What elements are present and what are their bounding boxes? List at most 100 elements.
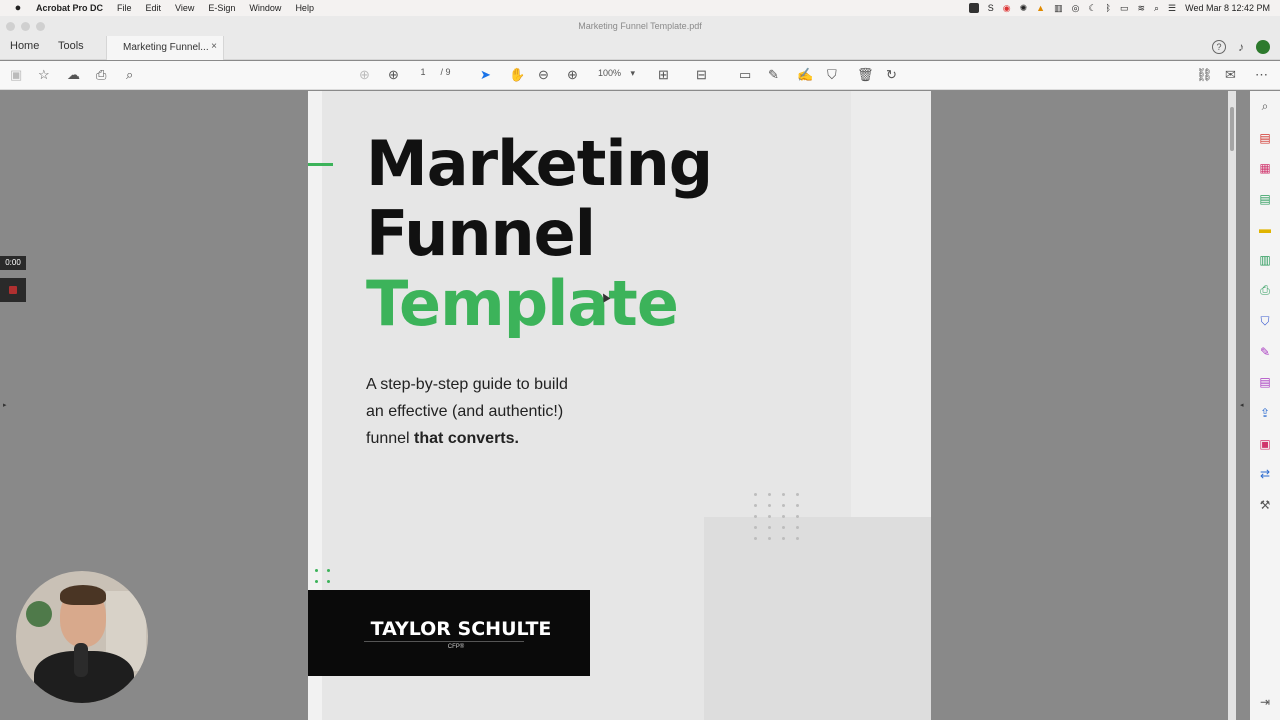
tab-document[interactable]: Marketing Funnel... × — [106, 36, 224, 60]
page-total: / 9 — [440, 67, 451, 77]
comment-icon[interactable]: ▭ — [739, 67, 751, 83]
close-window-button[interactable] — [6, 22, 15, 31]
control-center-icon[interactable]: ☰ — [1168, 3, 1176, 14]
tab-tools[interactable]: Tools — [58, 40, 84, 52]
doc-title-line1: Marketing — [366, 127, 713, 200]
scrolling-mode-icon[interactable]: ⊟ — [696, 67, 707, 83]
decorative-grey-dots — [754, 493, 810, 541]
status-area: S ◉ ✺ ▲ ▥ ◎ ☾ ᛒ ▭ ≋ ⌕ ☰ Wed Mar 8 12:42 … — [968, 0, 1270, 16]
account-avatar[interactable] — [1256, 40, 1270, 54]
webcam-background-plant — [26, 601, 52, 627]
menu-view[interactable]: View — [175, 3, 194, 13]
tabbar-right-controls: ? ♪ — [1212, 40, 1270, 54]
previous-page-icon[interactable]: ⊕ — [359, 67, 370, 83]
draw-sign-icon[interactable]: ✍ — [797, 67, 813, 83]
highlight-pen-icon[interactable]: ✎ — [768, 67, 779, 83]
fill-sign-icon[interactable]: ✎ — [1258, 345, 1272, 359]
spotlight-search-icon[interactable]: ⌕ — [1154, 3, 1159, 14]
window-title: Marketing Funnel Template.pdf — [578, 21, 702, 31]
zoom-out-icon[interactable]: ⊖ — [538, 67, 549, 83]
pdf-page[interactable]: Marketing Funnel Template A step-by-step… — [308, 91, 931, 720]
doc-subtitle-line2: an effective (and authentic!) — [366, 403, 564, 420]
link-edit-icon[interactable]: ⛓ — [1196, 67, 1213, 83]
comment-icon[interactable]: ▬ — [1258, 222, 1272, 236]
tools-rail: ⌕ ▤ ▦ ▤ ▬ ▥ ⎙ ⛉ ✎ ▤ ⇪ ▣ ⇄ ⚒ ⇥ — [1250, 91, 1280, 720]
more-tools-icon[interactable]: ⚒ — [1258, 498, 1272, 512]
export-pdf-icon[interactable]: ▤ — [1258, 192, 1272, 206]
organize-pages-icon[interactable]: ▦ — [1258, 161, 1272, 175]
vertical-scrollbar[interactable] — [1228, 91, 1236, 720]
page-number-input[interactable]: 1 — [414, 67, 432, 77]
brightness-icon[interactable]: ✺ — [1020, 3, 1028, 14]
skype-icon[interactable]: S — [988, 3, 994, 13]
user-icon[interactable]: ◎ — [1072, 3, 1080, 14]
menu-edit[interactable]: Edit — [146, 3, 162, 13]
zoom-in-icon[interactable]: ⊕ — [567, 67, 578, 83]
compress-icon[interactable]: ▥ — [1258, 253, 1272, 267]
zoom-value: 100% — [598, 68, 622, 78]
tab-home[interactable]: Home — [10, 40, 39, 52]
bookmark-star-icon[interactable]: ☆ — [38, 67, 50, 83]
convert-icon[interactable]: ⇄ — [1258, 467, 1272, 481]
share-icon[interactable]: ⇪ — [1258, 406, 1272, 420]
focus-moon-icon[interactable]: ☾ — [1088, 3, 1096, 14]
menu-window[interactable]: Window — [249, 3, 281, 13]
author-nameplate: TAYLOR SCHULTE CFP® — [308, 590, 590, 676]
help-icon[interactable]: ? — [1212, 40, 1226, 54]
upload-cloud-icon[interactable]: ☁ — [67, 67, 80, 83]
select-cursor-icon[interactable]: ➤ — [480, 67, 491, 83]
print-production-icon[interactable]: ⎙ — [1258, 283, 1272, 297]
stamp-icon[interactable]: ⛉ — [827, 67, 837, 83]
chevron-down-icon: ▾ — [630, 68, 636, 78]
tab-close-icon[interactable]: × — [211, 41, 217, 52]
combine-icon[interactable]: ▣ — [1258, 437, 1272, 451]
find-search-icon[interactable]: ⌕ — [126, 67, 133, 83]
zoom-window-button[interactable] — [36, 22, 45, 31]
drive-icon[interactable]: ▲ — [1036, 3, 1045, 13]
window-titlebar: Marketing Funnel Template.pdf — [0, 16, 1280, 36]
green-accent-dash — [308, 163, 333, 166]
doc-title-line3: Template — [366, 267, 679, 340]
battery-icon[interactable]: ▭ — [1120, 3, 1129, 14]
zoom-dropdown[interactable]: 100% ▾ — [598, 68, 635, 79]
create-pdf-icon[interactable]: ▤ — [1258, 131, 1272, 145]
recorder-status-icon[interactable]: ◉ — [1003, 3, 1011, 14]
menubar-clock[interactable]: Wed Mar 8 12:42 PM — [1185, 3, 1270, 13]
webcam-microphone — [74, 643, 88, 677]
edit-pdf-icon[interactable]: ▤ — [1258, 375, 1272, 389]
scrollbar-thumb[interactable] — [1230, 107, 1234, 151]
traffic-lights — [6, 22, 45, 31]
print-icon[interactable]: ⎙ — [96, 67, 106, 83]
doc-title-line2: Funnel — [366, 197, 596, 270]
page-fit-icon[interactable]: ⊞ — [658, 67, 669, 83]
notifications-bell-icon[interactable]: ♪ — [1238, 40, 1244, 54]
stop-recording-button[interactable] — [0, 278, 26, 302]
email-icon[interactable]: ✉ — [1225, 67, 1236, 83]
next-page-icon[interactable]: ⊕ — [388, 67, 399, 83]
page-indicator: 1 / 9 — [414, 67, 451, 77]
apple-menu-icon[interactable]: ● — [8, 2, 28, 14]
hand-tool-icon[interactable]: ✋ — [509, 67, 525, 83]
menu-file[interactable]: File — [117, 3, 132, 13]
right-panel-toggle-icon[interactable]: ◂ — [1240, 401, 1244, 409]
more-options-icon[interactable]: ⋯ — [1255, 67, 1268, 83]
left-panel-toggle-icon[interactable]: ▸ — [3, 401, 7, 409]
page-right-column — [851, 91, 931, 517]
menu-esign[interactable]: E-Sign — [208, 3, 235, 13]
status-app-icon[interactable] — [968, 3, 979, 13]
wifi-icon[interactable]: ≋ — [1137, 3, 1145, 14]
recording-timer: 0:00 — [0, 256, 26, 270]
protect-icon[interactable]: ⛉ — [1258, 314, 1272, 328]
author-credential: CFP® — [447, 644, 465, 650]
delete-trash-icon[interactable]: 🗑 — [857, 67, 874, 83]
doc-subtitle-bold: that converts. — [414, 430, 519, 447]
rotate-icon[interactable]: ↻ — [886, 67, 897, 83]
menu-help[interactable]: Help — [295, 3, 314, 13]
save-icon[interactable]: ▣ — [10, 67, 22, 83]
minimize-window-button[interactable] — [21, 22, 30, 31]
app-name-menu[interactable]: Acrobat Pro DC — [36, 3, 103, 13]
collapse-rail-icon[interactable]: ⇥ — [1258, 695, 1272, 709]
bluetooth-icon[interactable]: ᛒ — [1106, 3, 1111, 13]
audio-icon[interactable]: ▥ — [1054, 3, 1063, 14]
search-zoom-icon[interactable]: ⌕ — [1258, 99, 1272, 113]
